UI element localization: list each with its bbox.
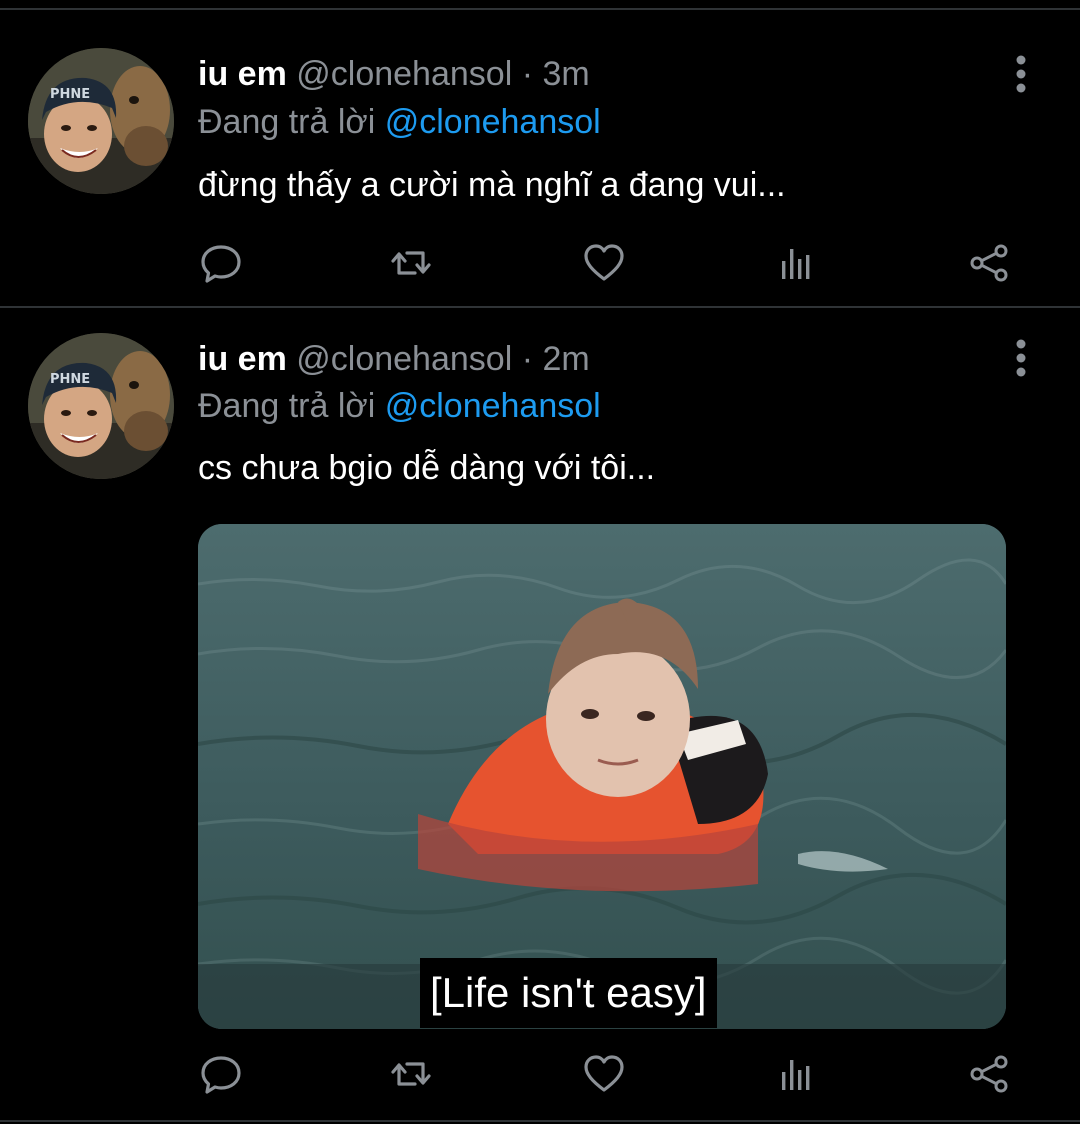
vertical-dots-icon — [1016, 339, 1026, 377]
like-icon — [584, 1055, 624, 1092]
media-caption: [Life isn't easy] — [420, 958, 717, 1028]
display-name[interactable]: iu em — [198, 340, 287, 378]
reply-button[interactable] — [193, 235, 249, 291]
retweet-icon — [391, 251, 431, 275]
share-button[interactable] — [961, 1046, 1017, 1102]
reply-prefix: Đang trả lời — [198, 103, 376, 141]
stats-button[interactable] — [768, 235, 824, 291]
display-name[interactable]: iu em — [198, 55, 287, 93]
reply-button[interactable] — [193, 1046, 249, 1102]
avatar[interactable]: PHNE — [28, 48, 174, 194]
tweet-text: đừng thấy a cười mà nghĩ a đang vui... — [198, 166, 786, 204]
tweet[interactable]: PHNE iu em @clonehansol · 3m Đang trả lờ… — [0, 10, 1080, 306]
share-icon — [970, 1055, 1008, 1093]
avatar-photo: PHNE — [28, 333, 174, 479]
swimmer-photo — [198, 524, 1006, 1029]
action-bar — [0, 235, 1080, 291]
action-bar — [0, 1046, 1080, 1102]
more-options-button[interactable] — [1006, 338, 1036, 378]
timestamp[interactable]: 2m — [543, 340, 590, 378]
reply-icon — [201, 1056, 241, 1094]
tweet-media-image[interactable] — [198, 524, 1006, 1029]
avatar-photo: PHNE — [28, 48, 174, 194]
retweet-button[interactable] — [383, 235, 439, 291]
handle[interactable]: @clonehansol — [296, 340, 512, 378]
handle[interactable]: @clonehansol — [296, 55, 512, 93]
timestamp[interactable]: 3m — [543, 55, 590, 93]
tweet[interactable]: PHNE iu em @clonehansol · 2m Đang trả lờ… — [0, 310, 1080, 1120]
separator: · — [521, 340, 534, 378]
retweet-icon — [391, 1062, 431, 1086]
reply-handle-link[interactable]: @clonehansol — [385, 103, 601, 141]
like-button[interactable] — [576, 235, 632, 291]
retweet-button[interactable] — [383, 1046, 439, 1102]
tweet-header: iu em @clonehansol · 2m — [198, 337, 590, 381]
more-options-button[interactable] — [1006, 54, 1036, 94]
share-button[interactable] — [961, 235, 1017, 291]
share-icon — [970, 244, 1008, 282]
svg-text:PHNE: PHNE — [50, 87, 90, 102]
stats-icon — [782, 249, 810, 279]
reply-prefix: Đang trả lời — [198, 387, 376, 425]
tweet-divider — [0, 1120, 1080, 1122]
reply-icon — [201, 245, 241, 283]
avatar[interactable]: PHNE — [28, 333, 174, 479]
reply-context: Đang trả lời @clonehansol — [198, 384, 601, 428]
vertical-dots-icon — [1016, 55, 1026, 93]
tweet-divider — [0, 306, 1080, 308]
stats-icon — [782, 1060, 810, 1090]
reply-handle-link[interactable]: @clonehansol — [385, 387, 601, 425]
tweet-header: iu em @clonehansol · 3m — [198, 52, 590, 96]
stats-button[interactable] — [768, 1046, 824, 1102]
reply-context: Đang trả lời @clonehansol — [198, 100, 601, 144]
like-button[interactable] — [576, 1046, 632, 1102]
tweet-text: cs chưa bgio dễ dàng với tôi... — [198, 449, 656, 487]
separator: · — [521, 55, 534, 93]
like-icon — [584, 244, 624, 281]
svg-text:PHNE: PHNE — [50, 372, 90, 387]
